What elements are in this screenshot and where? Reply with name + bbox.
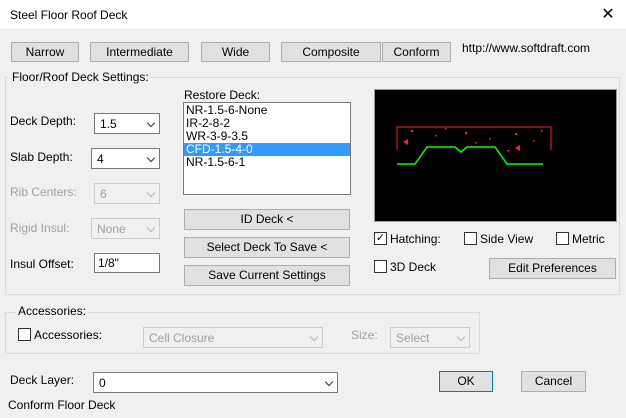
website-url: http://www.softdraft.com [462, 41, 591, 55]
restore-deck-label: Restore Deck: [184, 88, 261, 102]
chevron-down-icon [146, 118, 156, 128]
accessories-checkbox[interactable] [18, 328, 31, 341]
close-button[interactable]: ✕ [596, 4, 620, 26]
deck-depth-select[interactable]: 1.5 [94, 113, 160, 134]
hatching-checkbox[interactable]: ✓ [374, 232, 387, 245]
deck-depth-label: Deck Depth: [10, 114, 77, 128]
accessories-group-label: Accessories: [16, 304, 89, 318]
hatch-marks [403, 128, 543, 152]
deck-layer-select[interactable]: 0 [93, 372, 338, 393]
deck-layer-label: Deck Layer: [10, 373, 75, 387]
select-deck-to-save-button[interactable]: Select Deck To Save < [184, 237, 350, 258]
narrow-button[interactable]: Narrow [11, 42, 79, 62]
deck-preview-canvas [374, 89, 617, 222]
ok-button[interactable]: OK [439, 371, 493, 392]
rigid-insul-select: None [91, 218, 160, 239]
deck-profile-line [397, 146, 543, 165]
insul-offset-input[interactable]: 1/8" [94, 253, 160, 273]
accessory-type-select: Cell Closure [143, 327, 323, 348]
rib-centers-select: 6 [94, 183, 160, 204]
save-current-settings-button[interactable]: Save Current Settings [184, 265, 350, 286]
metric-checkbox[interactable] [556, 232, 569, 245]
chevron-down-icon [146, 223, 156, 233]
status-text: Conform Floor Deck [8, 398, 116, 412]
edit-preferences-button[interactable]: Edit Preferences [489, 258, 616, 279]
chevron-down-icon [456, 332, 466, 342]
insul-offset-label: Insul Offset: [10, 257, 74, 271]
slab-depth-select[interactable]: 4 [91, 148, 160, 169]
metric-label: Metric [572, 232, 605, 246]
deck-profile-drawing [396, 126, 552, 165]
side-view-checkbox[interactable] [464, 232, 477, 245]
composite-button[interactable]: Composite [281, 42, 381, 62]
rib-centers-label: Rib Centers: [10, 185, 77, 199]
size-label: Size: [351, 328, 378, 342]
chevron-down-icon [146, 153, 156, 163]
rigid-insul-label: Rigid Insul: [10, 221, 70, 235]
cancel-button[interactable]: Cancel [521, 371, 586, 392]
chevron-down-icon [324, 377, 334, 387]
3d-deck-checkbox[interactable] [374, 260, 387, 273]
id-deck-button[interactable]: ID Deck < [184, 209, 350, 230]
3d-deck-label: 3D Deck [390, 260, 437, 274]
hatching-label: Hatching: [390, 232, 441, 246]
close-icon: ✕ [601, 6, 615, 23]
list-item[interactable]: NR-1.5-6-1 [184, 156, 350, 169]
wide-button[interactable]: Wide [201, 42, 270, 62]
restore-deck-list[interactable]: NR-1.5-6-None IR-2-8-2 WR-3-9-3.5 CFD-1.… [183, 102, 351, 195]
slab-depth-label: Slab Depth: [10, 150, 73, 164]
chevron-down-icon [146, 188, 156, 198]
side-view-label: Side View [480, 232, 534, 246]
window-title: Steel Floor Roof Deck [10, 8, 128, 22]
deck-settings-group-label: Floor/Roof Deck Settings: [10, 70, 151, 84]
conform-button[interactable]: Conform [382, 42, 451, 62]
intermediate-button[interactable]: Intermediate [90, 42, 189, 62]
accessory-size-select: Select [390, 327, 470, 348]
accessories-checkbox-label: Accessories: [34, 328, 103, 342]
chevron-down-icon [309, 332, 319, 342]
